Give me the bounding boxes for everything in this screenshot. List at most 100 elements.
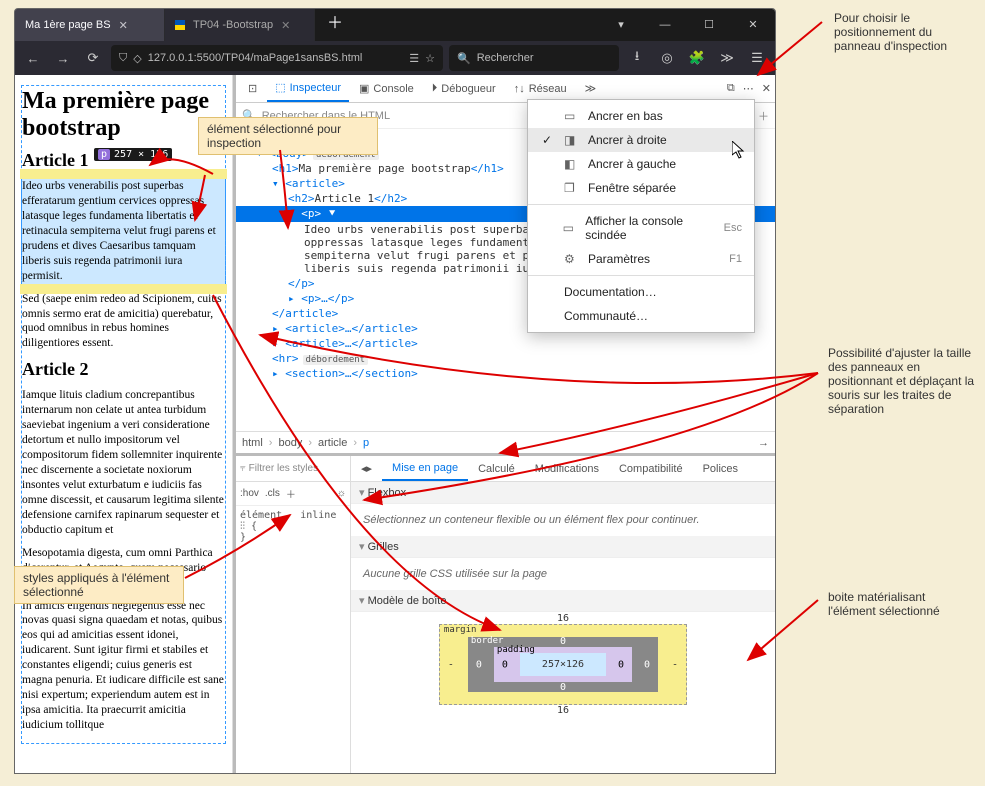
minimize-icon[interactable]: — xyxy=(643,9,687,41)
tab-inspector[interactable]: ⬚Inspecteur xyxy=(267,75,349,102)
tab-fonts[interactable]: Polices xyxy=(693,456,748,481)
inspector-icon: ⬚ xyxy=(275,81,285,94)
reader-icon[interactable]: ☰ xyxy=(409,52,419,65)
extensions-icon[interactable]: 🧩 xyxy=(685,50,709,66)
forward-button[interactable]: → xyxy=(51,51,75,66)
dock-left-icon: ◧ xyxy=(564,157,578,171)
favicon-ua-icon xyxy=(175,20,185,30)
styles-toggle-bar: :hov .cls ＋ ☼ xyxy=(236,482,350,506)
annotation-styles: styles appliqués à l'élément sélectionné xyxy=(14,566,184,604)
gear-icon: ⚙ xyxy=(564,252,578,266)
box-border[interactable]: border 0 0 0 0 padding 0 0 25 xyxy=(468,637,658,692)
tab-compat[interactable]: Compatibilité xyxy=(609,456,693,481)
menu-split-console[interactable]: ▭Afficher la console scindéeEsc xyxy=(528,209,754,247)
page-viewport: Ma première page bootstrap Article 1 p 2… xyxy=(15,75,233,773)
shield-icon: ⛉ xyxy=(119,52,127,65)
account-icon[interactable]: ◎ xyxy=(655,50,679,66)
window-tab-icon[interactable]: ▾ xyxy=(599,9,643,41)
tab-debugger[interactable]: ⏵Débogueur xyxy=(424,75,504,102)
tooltip-tag: p xyxy=(98,149,110,160)
toolbar: ← → ⟳ ⛉ ◇ 127.0.0.1:5500/TP04/maPage1san… xyxy=(15,41,775,75)
grid-section-header[interactable]: Grilles xyxy=(351,536,775,558)
reload-button[interactable]: ⟳ xyxy=(81,50,105,66)
url-text: 127.0.0.1:5500/TP04/maPage1sansBS.html xyxy=(148,52,363,64)
menu-settings[interactable]: ⚙ParamètresF1 xyxy=(528,247,754,271)
close-icon[interactable]: ✕ xyxy=(119,19,128,32)
hov-toggle[interactable]: :hov xyxy=(240,488,259,499)
menu-separate-window[interactable]: ❐Fenêtre séparée xyxy=(528,176,754,200)
url-bar[interactable]: ⛉ ◇ 127.0.0.1:5500/TP04/maPage1sansBS.ht… xyxy=(111,45,443,71)
maximize-icon[interactable]: ☐ xyxy=(687,9,731,41)
breadcrumb[interactable]: html› body› article› p → xyxy=(236,431,775,453)
tab-label: Ma 1ère page BS xyxy=(25,19,111,31)
cls-toggle[interactable]: .cls xyxy=(265,488,280,499)
menu-icon[interactable]: ☰ xyxy=(745,50,769,66)
bookmark-icon[interactable]: ☆ xyxy=(425,52,435,65)
add-node-icon[interactable]: ＋ xyxy=(758,108,769,124)
filter-icon: ⫧ xyxy=(240,463,246,474)
search-bar[interactable]: 🔍 Rechercher xyxy=(449,45,619,71)
layout-tabs-pager-icon[interactable]: ◂▸ xyxy=(351,456,382,481)
new-tab-button[interactable]: ＋ xyxy=(315,9,355,41)
debugger-icon: ⏵ xyxy=(432,82,438,95)
network-icon: ↑↓ xyxy=(514,83,525,95)
annotation-resize: Possibilité d'ajuster la taille des pann… xyxy=(820,342,985,420)
boxmodel-section-header[interactable]: Modèle de boîte xyxy=(351,590,775,612)
box-margin[interactable]: margin 16 16 - - border 0 0 0 xyxy=(439,624,687,705)
page-title: Ma première page bootstrap xyxy=(22,88,225,142)
split-console-icon: ▭ xyxy=(563,221,576,235)
tab-computed[interactable]: Calculé xyxy=(468,456,525,481)
responsive-icon[interactable]: ⧉ xyxy=(727,82,735,95)
tab-network[interactable]: ↑↓Réseau xyxy=(506,75,575,102)
menu-dock-right[interactable]: ✓◨Ancrer à droite xyxy=(528,128,754,152)
tabs: Ma 1ère page BS ✕ TP04 -Bootstrap ✕ ＋ xyxy=(15,9,599,41)
box-model: margin 16 16 - - border 0 0 0 xyxy=(351,612,775,717)
dock-right-icon: ◨ xyxy=(564,133,578,147)
annotation-selected-element: élément sélectionné pour inspection xyxy=(198,117,378,155)
tab-layout[interactable]: Mise en page xyxy=(382,456,468,481)
close-devtools-icon[interactable]: ✕ xyxy=(762,82,771,95)
cursor-icon xyxy=(732,141,746,161)
download-icon[interactable]: ⭳ xyxy=(625,47,649,69)
window-icon: ❐ xyxy=(564,181,578,195)
highlighted-paragraph[interactable]: Ideo urbs venerabilis post superbas effe… xyxy=(22,179,225,284)
flexbox-section-header[interactable]: Flexbox xyxy=(351,482,775,504)
more-icon[interactable]: ⋯ xyxy=(743,82,754,95)
scroll-right-icon[interactable]: → xyxy=(758,437,769,449)
tab-console[interactable]: ▣Console xyxy=(351,75,422,102)
styles-rules[interactable]: élément inline ⫶⫶ { } xyxy=(236,506,350,773)
styles-filter-bar[interactable]: ⫧ Filtrer les styles xyxy=(236,456,350,482)
flexbox-section-content: Sélectionnez un conteneur flexible ou un… xyxy=(351,504,775,536)
layout-tabs: ◂▸ Mise en page Calculé Modifications Co… xyxy=(351,456,775,482)
close-icon[interactable]: ✕ xyxy=(281,19,290,32)
menu-documentation[interactable]: Documentation… xyxy=(528,280,754,304)
annotation-boxmodel: boite matérialisant l'élément sélectionn… xyxy=(820,586,980,622)
tab-active[interactable]: Ma 1ère page BS ✕ xyxy=(15,9,165,41)
tab-changes[interactable]: Modifications xyxy=(525,456,609,481)
tab-overflow[interactable]: ≫ xyxy=(577,75,605,102)
close-window-icon[interactable]: ✕ xyxy=(731,9,775,41)
menu-dock-left[interactable]: ◧Ancrer à gauche xyxy=(528,152,754,176)
titlebar: Ma 1ère page BS ✕ TP04 -Bootstrap ✕ ＋ ▾ … xyxy=(15,9,775,41)
menu-community[interactable]: Communauté… xyxy=(528,304,754,328)
devtools-bottom: ⫧ Filtrer les styles :hov .cls ＋ ☼ éléme… xyxy=(236,453,775,773)
back-button[interactable]: ← xyxy=(21,51,45,66)
tooltip-size: 257 × 126 xyxy=(114,149,168,160)
devtools-dock-menu: ▭Ancrer en bas ✓◨Ancrer à droite ◧Ancrer… xyxy=(527,99,755,333)
browser-window: Ma 1ère page BS ✕ TP04 -Bootstrap ✕ ＋ ▾ … xyxy=(14,8,776,774)
add-rule-icon[interactable]: ＋ xyxy=(286,486,296,501)
element-picker-button[interactable]: ⊡ xyxy=(240,75,265,102)
box-content: 257×126 xyxy=(520,653,606,676)
layout-column: ◂▸ Mise en page Calculé Modifications Co… xyxy=(351,456,775,773)
box-padding[interactable]: padding 0 0 257×126 xyxy=(494,647,632,682)
search-icon: 🔍 xyxy=(457,52,471,65)
tab-label: TP04 -Bootstrap xyxy=(193,19,273,31)
menu-dock-bottom[interactable]: ▭Ancrer en bas xyxy=(528,104,754,128)
search-placeholder: Rechercher xyxy=(477,52,534,64)
paragraph: Sed (saepe enim redeo ad Scipionem, cuiu… xyxy=(22,292,225,352)
overflow-icon[interactable]: ≫ xyxy=(715,50,739,66)
article-heading: Article 2 xyxy=(22,359,225,380)
light-icon[interactable]: ☼ xyxy=(337,488,346,499)
tab-inactive[interactable]: TP04 -Bootstrap ✕ xyxy=(165,9,315,41)
article-heading: Article 1 xyxy=(22,150,88,170)
